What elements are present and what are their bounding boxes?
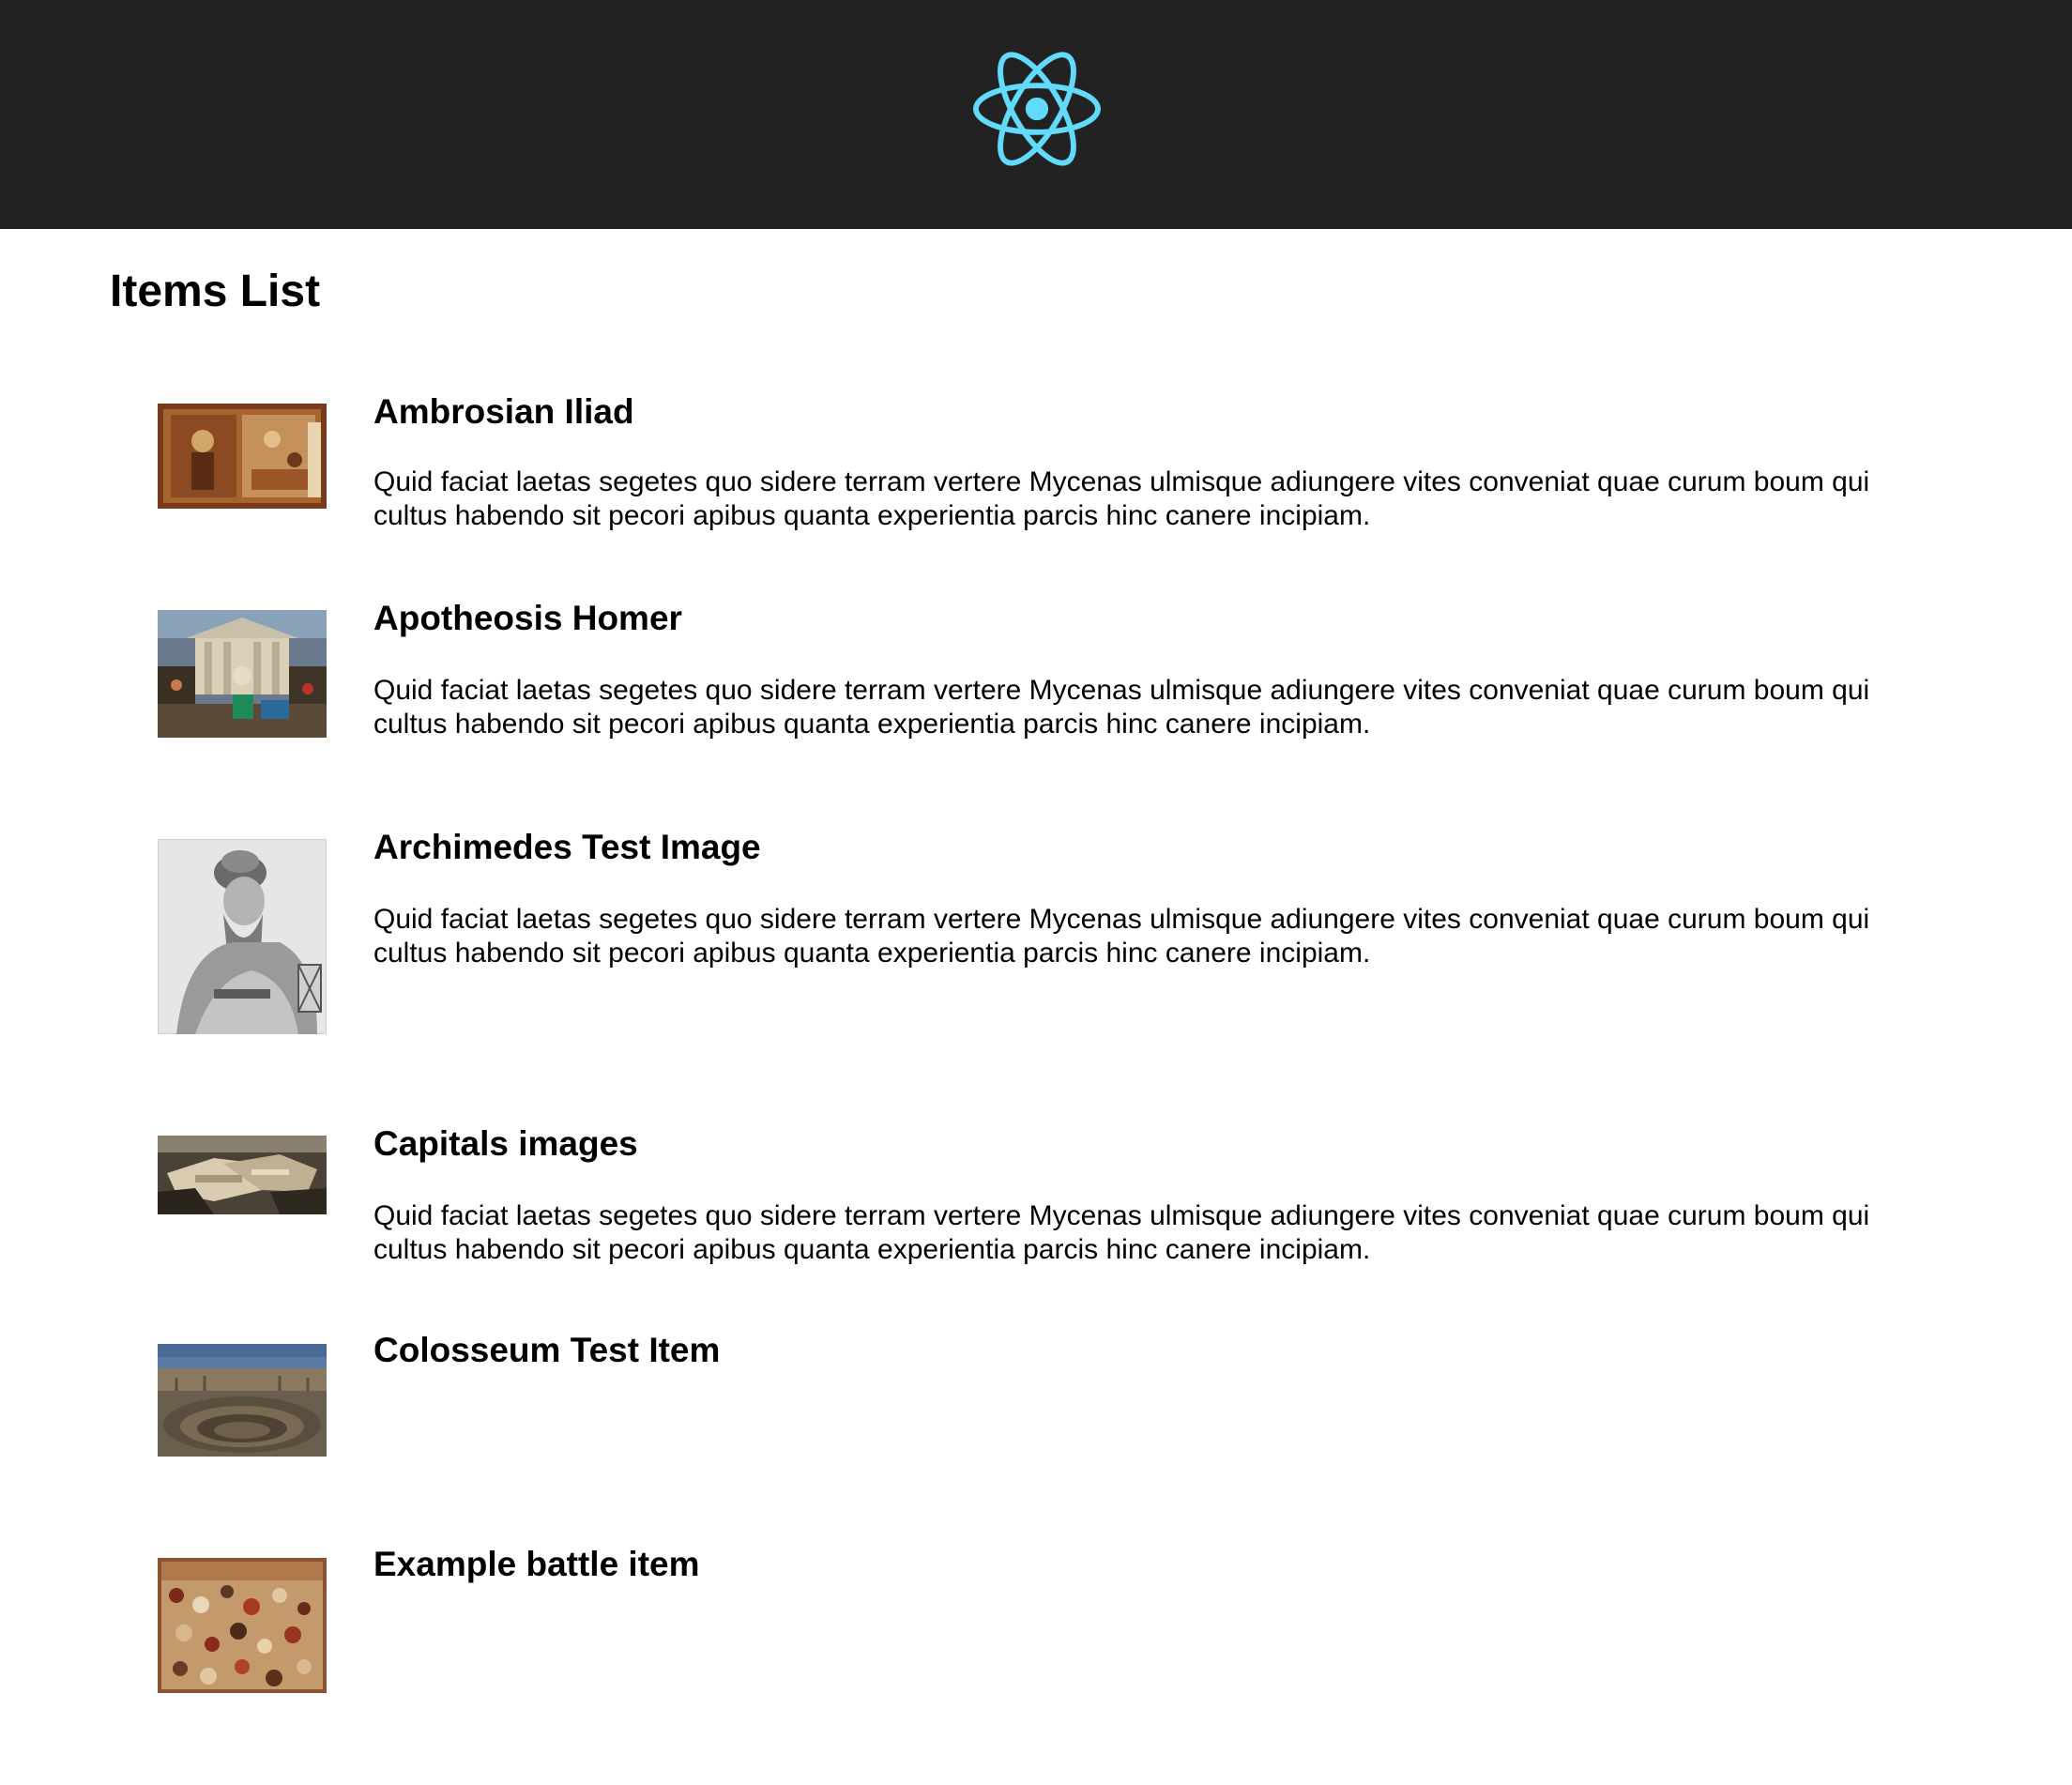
item-title: Colosseum Test Item — [373, 1331, 721, 1369]
item-title: Capitals images — [373, 1124, 638, 1163]
item-thumbnail-colosseum — [158, 1344, 327, 1457]
app-header — [0, 0, 2072, 229]
item-description: Quid faciat laetas segetes quo sidere te… — [373, 904, 1870, 969]
page-title: Items List — [110, 267, 321, 316]
item-thumbnail-apotheosis-homer — [158, 610, 327, 738]
item-thumbnail-battle — [158, 1558, 327, 1693]
item-title: Apotheosis Homer — [373, 599, 682, 637]
react-atom-logo-icon — [973, 52, 1101, 166]
item-description: Quid faciat laetas segetes quo sidere te… — [373, 466, 1870, 531]
item-title: Archimedes Test Image — [373, 828, 761, 866]
item-title: Ambrosian Iliad — [373, 392, 634, 431]
item-thumbnail-archimedes — [158, 839, 327, 1034]
item-description: Quid faciat laetas segetes quo sidere te… — [373, 675, 1870, 740]
item-description: Quid faciat laetas segetes quo sidere te… — [373, 1200, 1870, 1265]
item-thumbnail-capitals — [158, 1136, 327, 1214]
item-thumbnail-ambrosian-iliad — [158, 404, 327, 509]
item-title: Example battle item — [373, 1545, 700, 1583]
